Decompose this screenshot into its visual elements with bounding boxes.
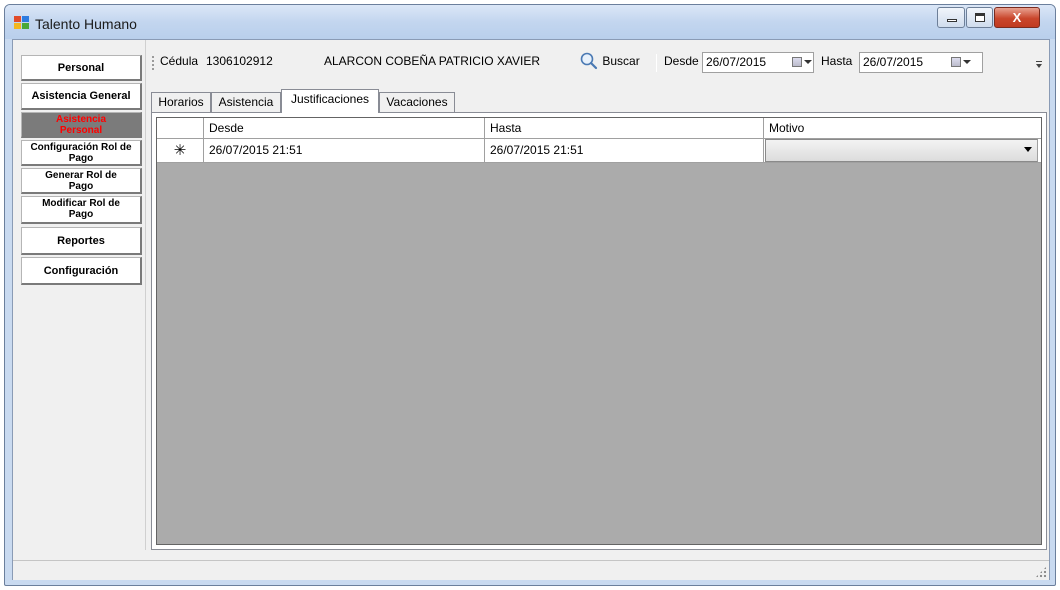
nav-configuracion-button[interactable]: Configuración	[21, 257, 142, 285]
close-button[interactable]: X	[994, 7, 1040, 28]
cedula-label: Cédula	[160, 54, 199, 68]
new-row-marker-icon: ✳	[157, 139, 204, 162]
toolbar-overflow-icon[interactable]	[1035, 59, 1043, 69]
hasta-calendar-dropdown[interactable]	[950, 56, 971, 70]
cell-motivo[interactable]	[764, 139, 1041, 162]
row-header-corner	[157, 118, 204, 138]
nav-asistencia-general-button[interactable]: Asistencia General	[21, 83, 142, 110]
chevron-down-icon	[804, 60, 812, 64]
tab-justificaciones[interactable]: Justificaciones	[281, 89, 379, 113]
nav-modificar-rol-pago-label: Modificar Rol de Pago	[42, 198, 120, 220]
nav-reportes-button[interactable]: Reportes	[21, 227, 142, 255]
tab-vacaciones-label: Vacaciones	[386, 95, 448, 109]
calendar-icon	[951, 57, 961, 67]
nav-configuracion-label: Configuración	[43, 264, 119, 277]
tab-justificaciones-label: Justificaciones	[290, 92, 370, 106]
nav-generar-rol-pago-button[interactable]: Generar Rol de Pago	[21, 168, 142, 194]
tab-horarios-label: Horarios	[158, 95, 204, 109]
tab-asistencia-label: Asistencia	[218, 95, 274, 109]
justificaciones-grid[interactable]: Desde Hasta Motivo ✳ 26/07/2015 21:51 26…	[156, 117, 1042, 545]
nav-generar-rol-pago-label: Generar Rol de Pago	[45, 170, 117, 192]
minimize-icon	[947, 19, 957, 22]
cell-desde[interactable]: 26/07/2015 21:51	[204, 139, 485, 162]
column-header-desde[interactable]: Desde	[204, 118, 485, 138]
calendar-icon	[792, 57, 802, 67]
close-icon: X	[1012, 10, 1022, 25]
window-title: Talento Humano	[35, 16, 137, 32]
nav-config-rol-pago-label: Configuración Rol de Pago	[30, 142, 132, 164]
chevron-down-icon	[963, 60, 971, 64]
tab-vacaciones[interactable]: Vacaciones	[379, 92, 455, 112]
desde-label: Desde	[664, 54, 699, 68]
column-header-motivo[interactable]: Motivo	[764, 118, 1041, 138]
nav-personal-label: Personal	[57, 61, 105, 74]
toolbar-separator	[656, 54, 657, 72]
grid-header: Desde Hasta Motivo	[157, 118, 1041, 139]
desde-date-value: 26/07/2015	[706, 55, 767, 69]
desde-calendar-dropdown[interactable]	[791, 56, 812, 70]
nav-asistencia-personal-label: Asistencia Personal	[55, 114, 107, 136]
nav-reportes-label: Reportes	[57, 234, 105, 247]
column-header-hasta[interactable]: Hasta	[485, 118, 764, 138]
employee-name: ALARCON COBEÑA PATRICIO XAVIER	[324, 54, 541, 68]
desde-date-picker[interactable]: 26/07/2015	[702, 52, 814, 73]
chevron-down-icon[interactable]	[1024, 147, 1032, 152]
employee-toolbar: Cédula 1306102912 ALARCON COBEÑA PATRICI…	[149, 50, 1049, 76]
hasta-date-picker[interactable]: 26/07/2015	[859, 52, 983, 73]
resize-grip-icon[interactable]	[1035, 566, 1047, 578]
minimize-button[interactable]	[937, 7, 965, 28]
nav-asistencia-general-label: Asistencia General	[31, 90, 131, 102]
nav-asistencia-personal-button[interactable]: Asistencia Personal	[21, 112, 142, 138]
title-bar[interactable]: Talento Humano X	[5, 5, 1055, 39]
maximize-button[interactable]	[966, 7, 993, 28]
tab-horarios[interactable]: Horarios	[151, 92, 211, 112]
hasta-date-value: 26/07/2015	[863, 55, 924, 69]
side-nav: Personal Asistencia General Asistencia P…	[13, 40, 146, 550]
search-button-label: Buscar	[602, 54, 640, 68]
nav-personal-button[interactable]: Personal	[21, 55, 142, 81]
table-row[interactable]: ✳ 26/07/2015 21:51 26/07/2015 21:51	[157, 139, 1041, 163]
nav-config-rol-pago-button[interactable]: Configuración Rol de Pago	[21, 140, 142, 166]
client-area: Personal Asistencia General Asistencia P…	[12, 39, 1050, 580]
app-window: Talento Humano X Personal Asistencia Gen…	[4, 4, 1056, 586]
app-window-icon	[14, 16, 30, 30]
cedula-value[interactable]: 1306102912	[206, 54, 273, 68]
nav-modificar-rol-pago-button[interactable]: Modificar Rol de Pago	[21, 196, 142, 224]
search-button[interactable]: Buscar	[579, 51, 640, 71]
justificaciones-panel: Desde Hasta Motivo ✳ 26/07/2015 21:51 26…	[151, 112, 1047, 550]
motivo-combobox[interactable]	[765, 139, 1038, 162]
cell-hasta[interactable]: 26/07/2015 21:51	[485, 139, 764, 162]
search-icon	[580, 52, 598, 70]
status-bar	[13, 560, 1049, 580]
tab-asistencia[interactable]: Asistencia	[211, 92, 281, 112]
maximize-icon	[975, 13, 985, 22]
hasta-label: Hasta	[821, 54, 853, 68]
toolbar-grip[interactable]	[152, 56, 154, 70]
